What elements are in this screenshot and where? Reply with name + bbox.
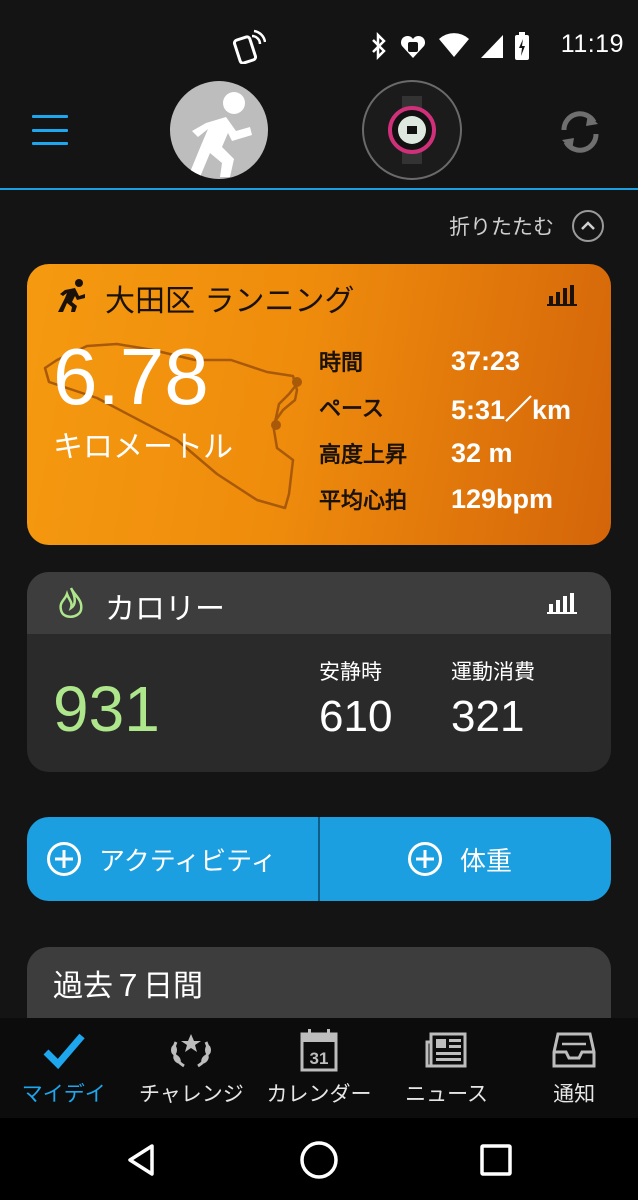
nav-label: マイデイ bbox=[21, 1082, 106, 1106]
nav-calendar[interactable]: 31 カレンダー bbox=[255, 1018, 383, 1118]
calories-header: カロリー bbox=[27, 572, 611, 634]
inbox-icon bbox=[550, 1026, 598, 1074]
bottom-navigation: マイデイ チャレンジ 31 カレンダー ニュース 通知 bbox=[0, 1018, 638, 1118]
newspaper-icon bbox=[423, 1026, 471, 1074]
bar-chart-icon[interactable] bbox=[547, 592, 577, 614]
system-navigation-bar bbox=[0, 1118, 638, 1200]
stat-label: 時間 bbox=[319, 351, 364, 376]
check-icon bbox=[40, 1026, 88, 1074]
wifi-icon bbox=[439, 33, 469, 57]
device-watch-button[interactable] bbox=[362, 80, 462, 180]
nav-label: ニュース bbox=[405, 1082, 489, 1106]
chevron-up-icon bbox=[572, 210, 604, 242]
sync-icon[interactable] bbox=[554, 106, 606, 158]
stat-value: 37:23 bbox=[451, 345, 521, 376]
add-weight-button[interactable]: 体重 bbox=[320, 817, 611, 901]
nav-label: 通知 bbox=[553, 1082, 596, 1106]
stat-label: 高度上昇 bbox=[319, 443, 408, 468]
app-header bbox=[0, 80, 638, 190]
nav-label: チャレンジ bbox=[138, 1082, 244, 1106]
back-icon[interactable] bbox=[120, 1138, 164, 1182]
stat-label: ペース bbox=[319, 397, 384, 422]
watch-icon bbox=[388, 96, 436, 164]
heart-watch-icon bbox=[400, 35, 426, 58]
add-activity-label: アクティビティ bbox=[99, 846, 277, 877]
battery-icon bbox=[515, 32, 529, 60]
menu-line bbox=[32, 142, 68, 145]
resting-calories: 安静時 610 bbox=[319, 656, 392, 742]
nav-my-day[interactable]: マイデイ bbox=[0, 1018, 128, 1118]
calendar-icon: 31 bbox=[295, 1026, 343, 1074]
laurel-icon bbox=[167, 1026, 215, 1074]
status-bar: 11:19 bbox=[0, 0, 638, 90]
plus-circle-icon bbox=[47, 842, 81, 876]
add-weight-label: 体重 bbox=[460, 846, 513, 877]
stat-row: 高度上昇 32 m bbox=[319, 430, 571, 476]
activity-card[interactable]: 大田区 ランニング 6.78 キロメートル 時間 37:23 ペース 5:31／… bbox=[27, 264, 611, 545]
recents-icon[interactable] bbox=[474, 1138, 518, 1182]
system-icons bbox=[370, 28, 530, 64]
nav-label: カレンダー bbox=[266, 1082, 372, 1106]
past-7-days-title: 過去７日間 bbox=[53, 969, 203, 1004]
resting-label: 安静時 bbox=[319, 660, 382, 684]
nav-notifications[interactable]: 通知 bbox=[510, 1018, 638, 1118]
flame-icon bbox=[59, 587, 83, 618]
calendar-day: 31 bbox=[310, 1049, 329, 1068]
activity-stats: 時間 37:23 ペース 5:31／km 高度上昇 32 m 平均心拍 129b… bbox=[319, 338, 571, 522]
calories-title: カロリー bbox=[105, 592, 225, 627]
calories-card[interactable]: カロリー 931 安静時 610 運動消費 321 bbox=[27, 572, 611, 772]
nav-challenges[interactable]: チャレンジ bbox=[128, 1018, 256, 1118]
status-clock: 11:19 bbox=[560, 30, 624, 58]
nav-news[interactable]: ニュース bbox=[383, 1018, 511, 1118]
menu-button[interactable] bbox=[32, 115, 68, 145]
active-calories: 運動消費 321 bbox=[451, 656, 535, 742]
stat-row: 時間 37:23 bbox=[319, 338, 571, 384]
resting-value: 610 bbox=[319, 692, 393, 741]
home-icon[interactable] bbox=[297, 1138, 341, 1182]
distance-unit: キロメートル bbox=[53, 430, 233, 465]
active-label: 運動消費 bbox=[451, 660, 535, 684]
bar-chart-icon[interactable] bbox=[547, 284, 577, 306]
signal-icon bbox=[481, 35, 503, 58]
bluetooth-icon bbox=[372, 31, 386, 61]
avatar[interactable] bbox=[170, 81, 268, 179]
active-value: 321 bbox=[451, 692, 525, 741]
collapse-label: 折りたたむ bbox=[449, 215, 554, 239]
stat-label: 平均心拍 bbox=[319, 489, 408, 514]
menu-line bbox=[32, 128, 68, 132]
menu-line bbox=[32, 115, 68, 118]
add-activity-button[interactable]: アクティビティ bbox=[27, 817, 318, 901]
activity-title: 大田区 ランニング bbox=[105, 284, 355, 319]
stat-value: 129bpm bbox=[451, 483, 554, 514]
running-icon bbox=[58, 279, 85, 312]
runner-icon bbox=[188, 92, 252, 177]
action-buttons: アクティビティ 体重 bbox=[27, 817, 611, 901]
distance-value: 6.78 bbox=[53, 332, 209, 421]
stat-value: 32 m bbox=[451, 437, 513, 468]
stat-row: ペース 5:31／km bbox=[319, 384, 571, 430]
stat-row: 平均心拍 129bpm bbox=[319, 476, 571, 522]
stat-value: 5:31／km bbox=[451, 394, 572, 425]
plus-circle-icon bbox=[408, 842, 442, 876]
collapse-toggle[interactable]: 折りたたむ bbox=[449, 206, 604, 246]
nfc-icon bbox=[232, 29, 266, 64]
calories-total: 931 bbox=[53, 673, 160, 745]
